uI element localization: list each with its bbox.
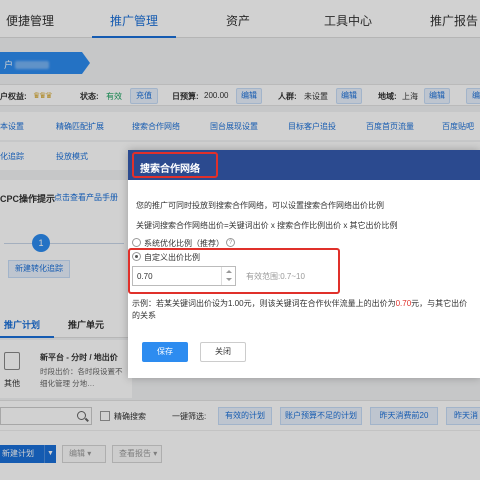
help-icon[interactable]: ? <box>226 238 235 247</box>
custom-ratio-highlight-box <box>128 248 340 294</box>
example-line-2: 的关系 <box>132 311 156 320</box>
example-suffix: 元，与其它出价 <box>411 299 468 308</box>
example-text: 示例：若某关键词出价设为1.00元，则该关键词在合作伙伴流量上的出价为0.70元… <box>132 298 467 309</box>
title-highlight-box <box>132 152 218 178</box>
search-network-dialog: 搜索合作网络 您的推广可同时投放到搜索合作网络，可以设置搜索合作网络出价比例 关… <box>128 150 480 378</box>
example-prefix: 示例：若某关键词出价设为1.00元，则该关键词在合作伙伴流量上的出价为 <box>132 299 396 308</box>
dialog-formula: 关键词搜索合作网络出价=关键词出价 x 搜索合作比例出价 x 其它出价比例 <box>136 221 398 230</box>
example-value: 0.70 <box>395 299 412 308</box>
close-button[interactable]: 关闭 <box>200 342 246 362</box>
radio-system-ratio[interactable] <box>132 238 141 247</box>
dialog-description: 您的推广可同时投放到搜索合作网络，可以设置搜索合作网络出价比例 <box>136 201 384 210</box>
save-button[interactable]: 保存 <box>142 342 188 362</box>
